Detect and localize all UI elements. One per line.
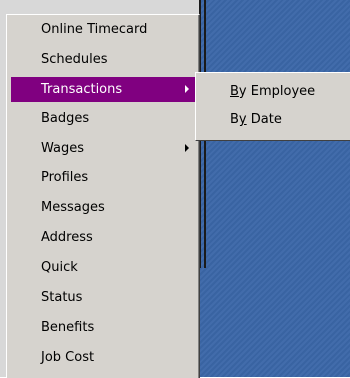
menu-item-label: Quick (41, 260, 78, 275)
menu-item-wages[interactable]: Wages (11, 136, 195, 161)
menu-item-messages[interactable]: Messages (11, 195, 195, 220)
menu-item-label: Transactions (41, 82, 123, 97)
menu-item-label: Messages (41, 200, 105, 215)
mnemonic-letter: B (230, 84, 239, 99)
menu-item-label: Address (41, 230, 93, 245)
submenu-label-rest: Date (246, 112, 282, 127)
menu-item-badges[interactable]: Badges (11, 106, 195, 131)
menu-item-status[interactable]: Status (11, 285, 195, 310)
menu-item-label: Profiles (41, 170, 89, 185)
menu-item-label: Schedules (41, 52, 108, 67)
submenu-arrow-icon (185, 85, 189, 93)
menu-item-address[interactable]: Address (11, 225, 195, 250)
submenu-arrow-icon (185, 144, 189, 152)
menu-item-quick[interactable]: Quick (11, 255, 195, 280)
submenu-label-prefix: B (230, 112, 239, 127)
menu-item-schedules[interactable]: Schedules (11, 47, 195, 72)
menu-item-online-timecard[interactable]: Online Timecard (11, 17, 195, 42)
menu-item-transactions[interactable]: Transactions (11, 77, 195, 102)
menu-item-benefits[interactable]: Benefits (11, 315, 195, 340)
menu-item-label: Job Cost (41, 350, 95, 365)
submenu-item-by-date[interactable]: By Date (199, 106, 349, 133)
menu-item-label: Wages (41, 141, 85, 156)
menu-item-label: Badges (41, 111, 90, 126)
submenu-label-rest: y Employee (238, 84, 316, 99)
menu-item-label: Online Timecard (41, 22, 148, 37)
menu-item-label: Benefits (41, 320, 95, 335)
menu-item-label: Status (41, 290, 83, 305)
transactions-submenu: By Employee By Date (195, 72, 350, 141)
desktop-background (199, 0, 350, 377)
menu-item-job-cost[interactable]: Job Cost (11, 345, 195, 370)
submenu-item-by-employee[interactable]: By Employee (199, 78, 349, 105)
menu-item-profiles[interactable]: Profiles (11, 165, 195, 190)
main-menu: Online Timecard Schedules Transactions B… (6, 14, 200, 378)
mnemonic-letter: y (238, 112, 247, 127)
